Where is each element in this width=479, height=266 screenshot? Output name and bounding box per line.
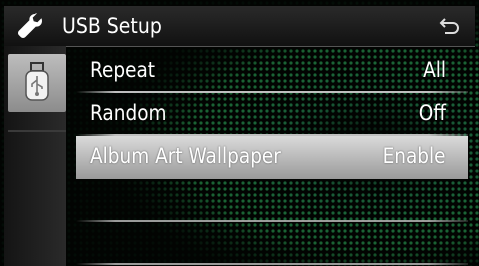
empty-row: [76, 179, 468, 222]
setting-row-random[interactable]: Random Off: [76, 93, 468, 136]
setting-row-repeat[interactable]: Repeat All: [76, 50, 468, 93]
setting-label: Repeat: [90, 58, 156, 82]
setting-value: Enable: [383, 144, 446, 168]
page-title: USB Setup: [62, 14, 162, 38]
setting-label: Album Art Wallpaper: [90, 144, 281, 168]
setting-row-album-art-wallpaper[interactable]: Album Art Wallpaper Enable: [76, 136, 468, 179]
sidebar-divider: [8, 130, 66, 132]
row-divider: [76, 263, 468, 265]
setting-label: Random: [90, 101, 167, 125]
wrench-icon: [18, 13, 42, 38]
back-arrow-icon[interactable]: [439, 16, 461, 36]
usb-icon: [25, 62, 49, 101]
source-sidebar: [4, 46, 66, 266]
usb-setup-screen: USB Setup Repeat All Random Off Album Ar…: [0, 0, 479, 266]
setting-value: All: [423, 58, 446, 82]
settings-list: Repeat All Random Off Album Art Wallpape…: [76, 50, 468, 265]
empty-row: [76, 222, 468, 265]
sidebar-tab-usb[interactable]: [8, 54, 66, 112]
setting-value: Off: [418, 101, 446, 125]
header-bar: USB Setup: [4, 6, 475, 47]
